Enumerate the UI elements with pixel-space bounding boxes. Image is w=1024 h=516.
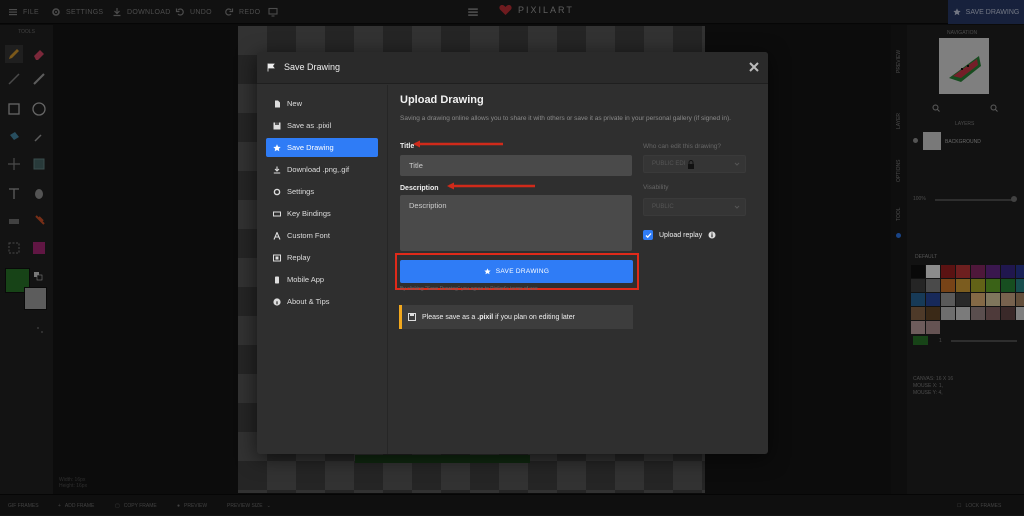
terms-text[interactable]: By clicking "Save Drawing" you agree to … xyxy=(400,286,538,292)
flag-icon xyxy=(267,63,275,72)
title-input[interactable]: Title xyxy=(400,155,632,176)
nav-item-settings[interactable]: Settings xyxy=(266,182,378,201)
mobile-icon xyxy=(275,276,279,283)
nav-item-replay[interactable]: Replay xyxy=(266,248,378,267)
file-icon xyxy=(275,100,280,107)
red-arrow-2-icon xyxy=(447,182,535,190)
who-can-edit-value: PUBLIC EDI xyxy=(652,161,686,167)
film-icon xyxy=(273,254,281,261)
checkbox-checked-icon[interactable] xyxy=(643,230,653,240)
star-icon xyxy=(273,143,281,151)
chevron-down-icon xyxy=(734,205,740,209)
who-can-edit-select[interactable]: PUBLIC EDI xyxy=(643,155,746,173)
chevron-down-icon xyxy=(734,162,740,166)
nav-item-label: New xyxy=(287,99,303,108)
star-icon xyxy=(484,268,491,275)
close-icon[interactable] xyxy=(748,61,760,73)
nav-item-save-as-pixil[interactable]: Save as .pixil xyxy=(266,116,378,135)
upload-description: Saving a drawing online allows you to sh… xyxy=(400,115,731,122)
lock-icon xyxy=(688,159,695,169)
nav-item-label: Key Bindings xyxy=(287,209,331,218)
save-icon xyxy=(273,122,281,129)
save-icon xyxy=(408,313,416,321)
nav-item-custom-font[interactable]: Custom Font xyxy=(266,226,378,245)
visibility-label: Visability xyxy=(643,184,669,191)
nav-item-label: Save as .pixil xyxy=(287,121,332,130)
nav-item-label: Settings xyxy=(287,187,315,196)
gear-icon xyxy=(273,188,281,195)
nav-item-save-drawing[interactable]: Save Drawing xyxy=(266,138,378,157)
nav-item-key-bindings[interactable]: Key Bindings xyxy=(266,204,378,223)
nav-item-mobile-app[interactable]: Mobile App xyxy=(266,270,378,289)
notice-suffix-text: if you plan on editing later xyxy=(493,313,575,321)
visibility-value: PUBLIC xyxy=(652,204,674,210)
description-label: Description xyxy=(400,185,439,192)
who-can-edit-label: Who can edit this drawing? xyxy=(643,143,722,150)
visibility-select[interactable]: PUBLIC xyxy=(643,198,746,216)
keyboard-icon xyxy=(273,211,281,216)
nav-item-label: Custom Font xyxy=(287,231,330,240)
nav-item-about-tips[interactable]: About & Tips xyxy=(266,292,378,311)
nav-item-new[interactable]: New xyxy=(266,94,378,113)
red-arrow-icon xyxy=(413,140,503,148)
download-icon xyxy=(273,166,281,174)
nav-item-download-png-gif[interactable]: Download .png,.gif xyxy=(266,160,378,179)
nav-item-label: Replay xyxy=(287,253,311,262)
nav-item-label: About & Tips xyxy=(287,297,330,306)
font-icon xyxy=(273,231,281,240)
nav-item-label: Mobile App xyxy=(287,275,325,284)
upload-heading: Upload Drawing xyxy=(400,94,484,106)
upload-replay-toggle[interactable]: Upload replay xyxy=(643,230,716,240)
modal-header: Save Drawing xyxy=(257,52,768,84)
save-drawing-button[interactable]: SAVE DRAWING xyxy=(400,260,633,283)
nav-item-label: Download .png,.gif xyxy=(287,165,350,174)
notice-bold-text: .pixil xyxy=(477,313,494,321)
save-notice: Please save as a .pixil if you plan on e… xyxy=(399,305,633,329)
nav-item-label: Save Drawing xyxy=(287,143,334,152)
save-drawing-modal: Save Drawing New Save as .pixil Save Drawi… xyxy=(257,52,768,454)
info-icon xyxy=(273,297,281,306)
save-drawing-button-label: SAVE DRAWING xyxy=(495,268,550,275)
upload-replay-label: Upload replay xyxy=(659,231,703,239)
modal-title: Save Drawing xyxy=(284,62,341,72)
notice-text: Please save as a xyxy=(422,313,478,321)
info-icon[interactable] xyxy=(708,231,716,239)
modal-sidebar: New Save as .pixil Save Drawing Download .p… xyxy=(257,85,388,454)
description-textarea[interactable]: Description xyxy=(400,195,632,251)
